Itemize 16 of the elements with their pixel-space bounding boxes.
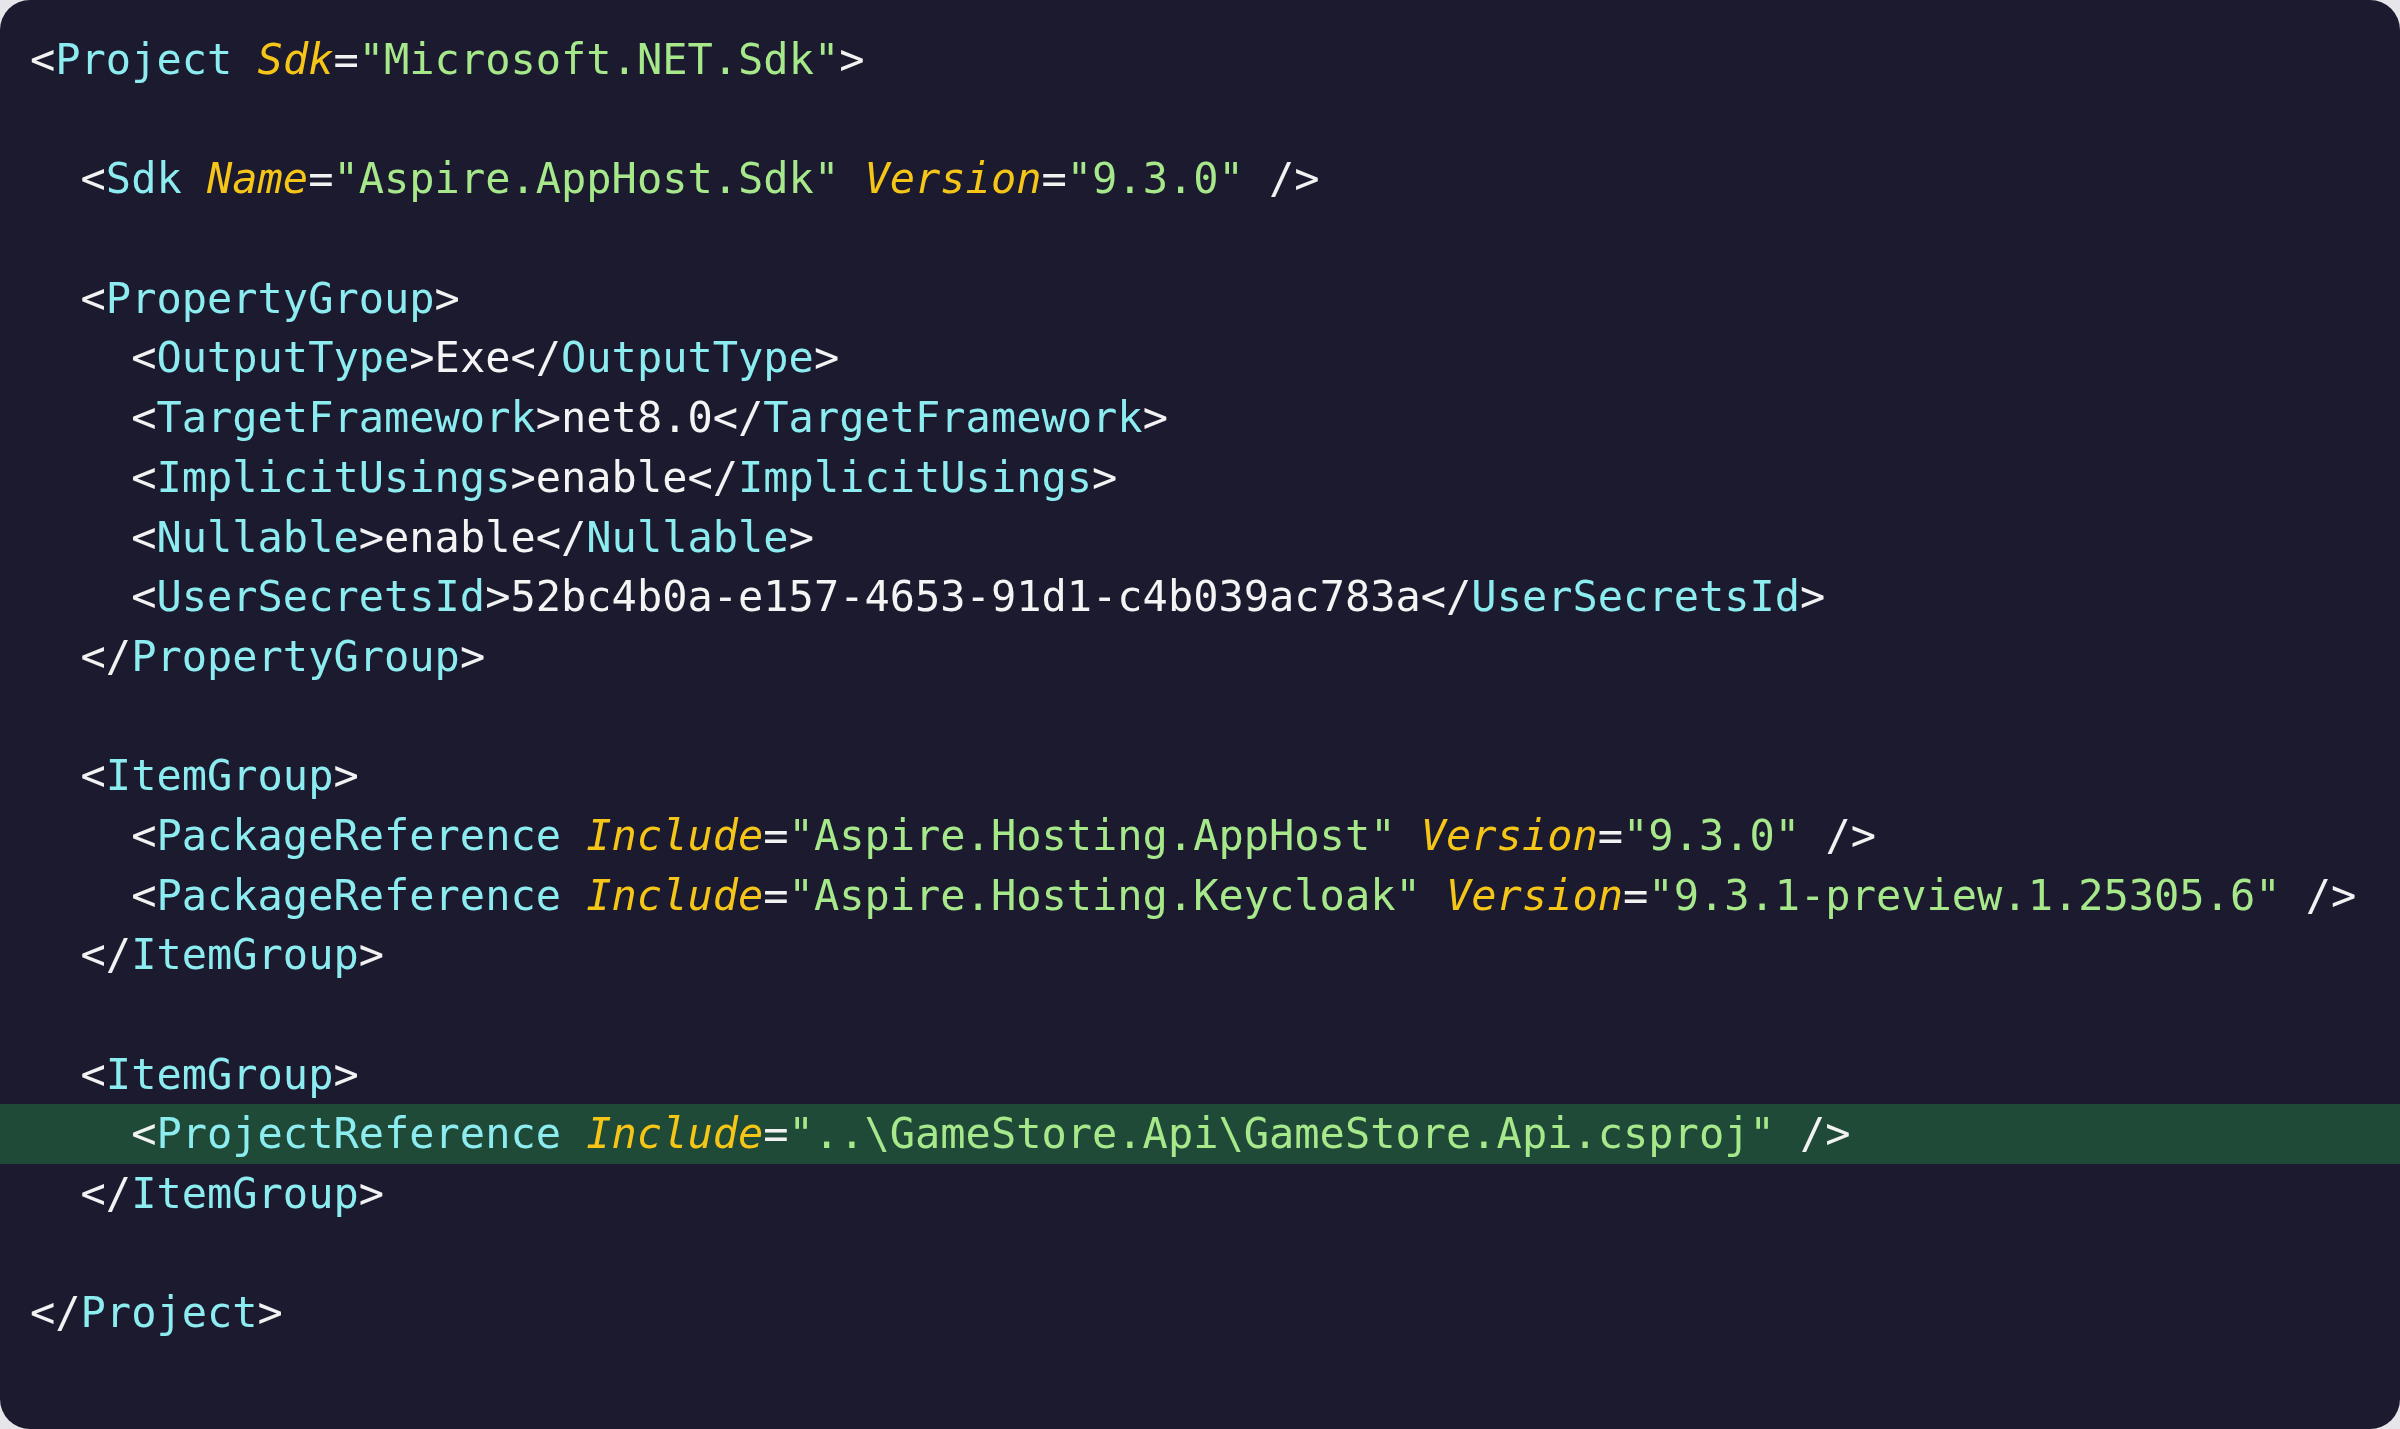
code-line: </ItemGroup> — [79, 1168, 386, 1221]
code-line: </PropertyGroup> — [79, 630, 487, 683]
code-line: <PackageReference Include="Aspire.Hosting.AppHost" Version="9.3.0" /> — [130, 809, 1877, 862]
code-line: <ItemGroup> — [79, 1048, 360, 1101]
code-line: <ItemGroup> — [79, 750, 360, 803]
code-line: <Project Sdk="Microsoft.NET.Sdk"> — [29, 34, 866, 86]
code-line: <PropertyGroup> — [79, 272, 461, 325]
code-line: <ImplicitUsings>enable</ImplicitUsings> — [130, 451, 1119, 504]
code-line: </Project> — [29, 1287, 284, 1340]
code-line: <UserSecretsId>52bc4b0a-e157-4653-91d1-c4b039ac783a</UserSecretsId> — [130, 571, 1827, 624]
code-line: <PackageReference Include="Aspire.Hosting.Keycloak" Version="9.3.1-preview.1.25305.6" /> — [130, 869, 2358, 922]
code-line: <Sdk Name="Aspire.AppHost.Sdk" Version="9.3.0" /> — [79, 153, 1321, 206]
code-line: <OutputType>Exe</OutputType> — [130, 332, 841, 385]
code-line: <Nullable>enable</Nullable> — [130, 511, 815, 564]
code-line: <TargetFramework>net8.0</TargetFramework> — [130, 392, 1169, 445]
code-line: </ItemGroup> — [79, 929, 386, 982]
